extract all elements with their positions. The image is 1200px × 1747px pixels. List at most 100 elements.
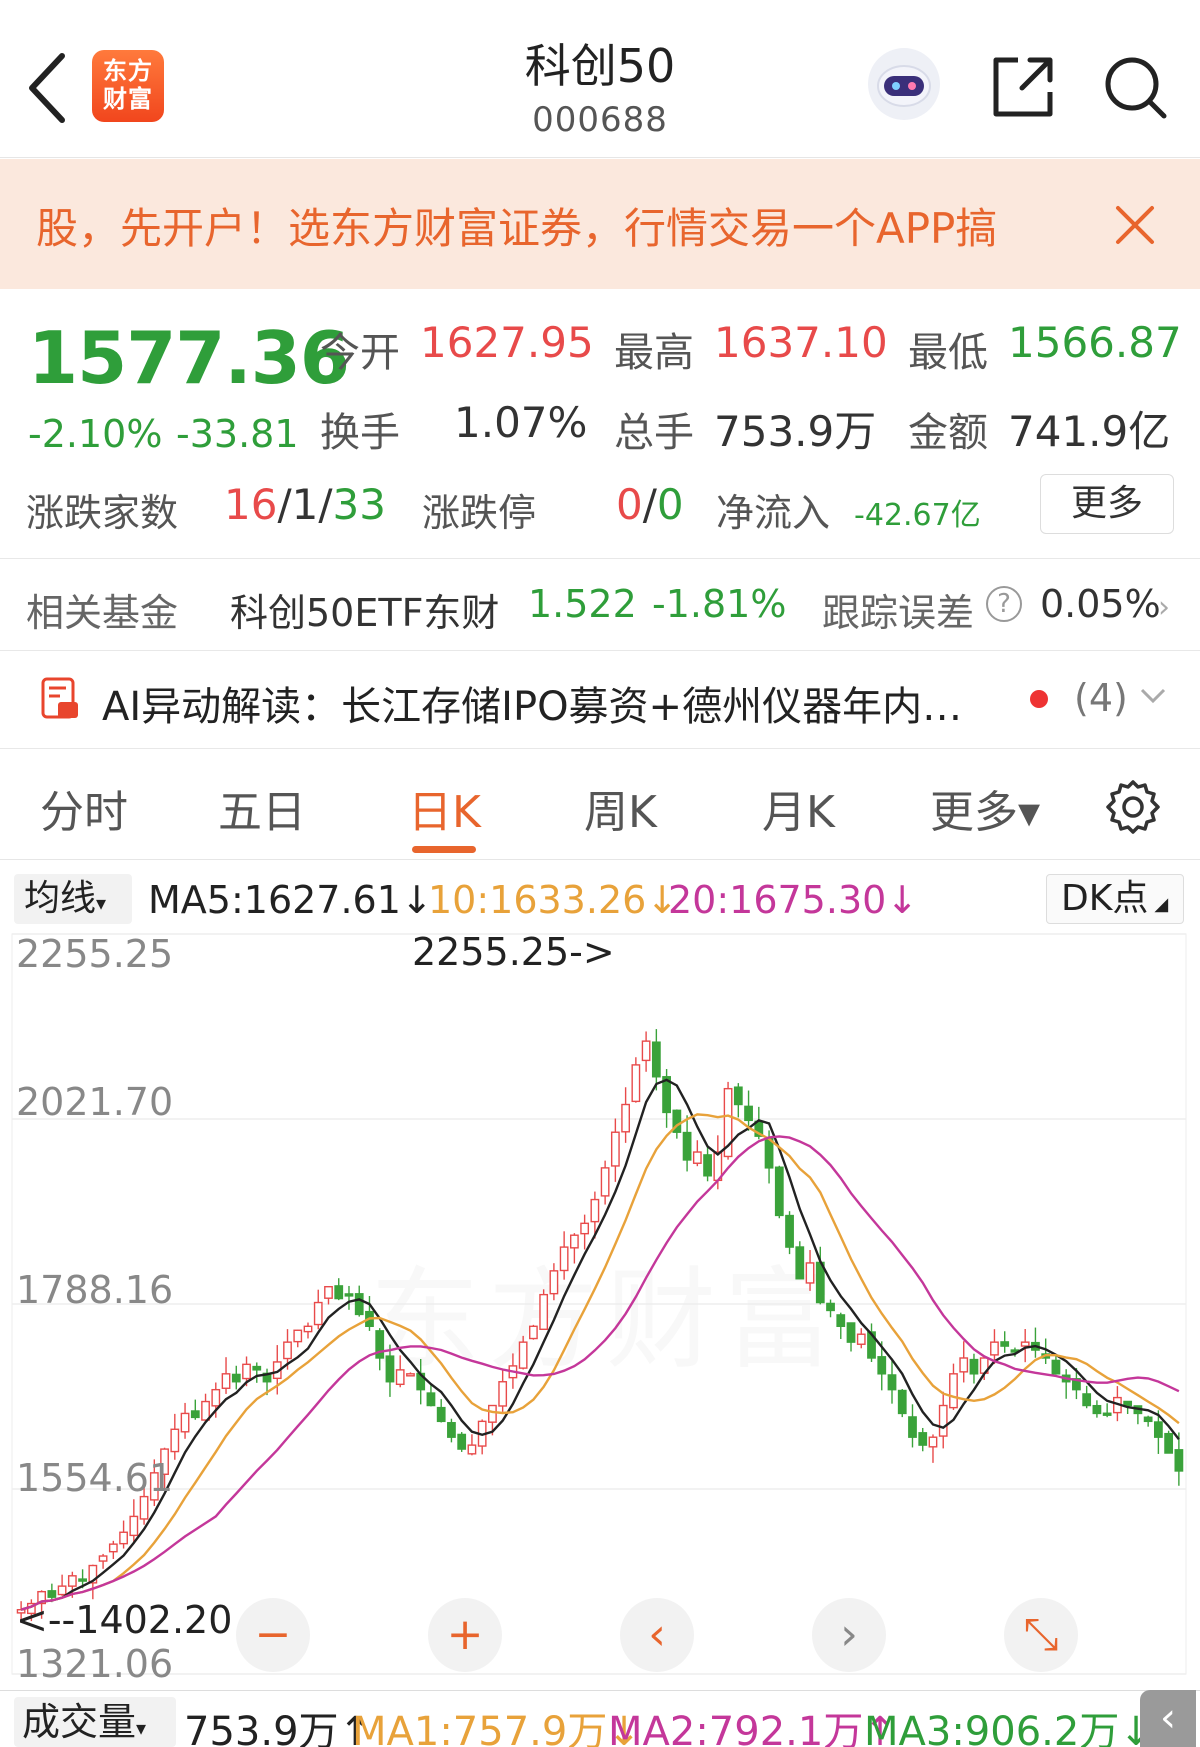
- tracking-error-label: 跟踪误差: [822, 591, 975, 635]
- limit-value: 0/0: [616, 480, 684, 529]
- limit-sep: /: [642, 480, 657, 529]
- candle: [498, 1381, 508, 1407]
- open-label: 今开: [320, 330, 400, 376]
- candle: [283, 1341, 292, 1360]
- ma20-line: [20, 1135, 1180, 1611]
- ma20-value: 20:1675.30↓: [668, 878, 919, 922]
- candle: [990, 1341, 999, 1356]
- candle: [590, 1198, 600, 1223]
- help-icon[interactable]: ?: [986, 586, 1022, 622]
- close-icon[interactable]: [1110, 200, 1160, 250]
- candle: [190, 1410, 200, 1419]
- active-tab-indicator: [412, 846, 476, 853]
- volume-indicator-bar: 成交量▾ 753.9万↑ MA1:757.9万↓ MA2:792.1万↑ MA3…: [0, 1690, 1200, 1747]
- max-price-annotation: 2255.25->: [412, 930, 615, 974]
- tab-monthly-k[interactable]: 月K: [762, 776, 835, 840]
- candle: [221, 1373, 231, 1389]
- promo-banner[interactable]: 股，先开户！选东方财富证券，行情交易一个APP搞: [0, 159, 1200, 289]
- limit-up: 0: [616, 480, 643, 529]
- kline-svg: [11, 933, 1187, 1675]
- tab-intraday[interactable]: 分时: [40, 776, 128, 840]
- share-icon[interactable]: [988, 52, 1058, 122]
- candle: [856, 1333, 866, 1345]
- inflow-label: 净流入: [716, 491, 831, 535]
- candle: [303, 1325, 313, 1333]
- y-tick-label: 1554.61: [16, 1456, 174, 1500]
- top-bar: 东方 财富 科创50 000688: [0, 0, 1200, 158]
- ai-count: (4): [1074, 676, 1128, 720]
- candle: [344, 1293, 354, 1297]
- limit-down: 0: [656, 480, 684, 529]
- vol-ma1-value: MA1:757.9万↓: [352, 1709, 641, 1747]
- candle: [324, 1285, 333, 1299]
- zoom-in-button[interactable]: +: [428, 1598, 502, 1672]
- ma10-value: 10:1633.26↓: [428, 878, 679, 922]
- breadth-sep: /: [277, 480, 292, 529]
- candle: [1102, 1412, 1112, 1416]
- scroll-left-button[interactable]: ‹: [620, 1598, 694, 1672]
- candle: [928, 1436, 938, 1448]
- tab-weekly-k[interactable]: 周K: [584, 776, 657, 840]
- candle: [744, 1105, 753, 1122]
- candle: [57, 1585, 67, 1596]
- search-icon[interactable]: [1100, 52, 1170, 122]
- chevron-down-icon[interactable]: [1138, 684, 1168, 708]
- tab-daily-k[interactable]: 日K: [408, 776, 481, 840]
- gear-icon[interactable]: [1104, 778, 1162, 836]
- more-button[interactable]: 更多: [1040, 474, 1174, 534]
- candle: [467, 1444, 477, 1455]
- ai-robot-icon[interactable]: [866, 46, 942, 122]
- side-collapse-tab[interactable]: ‹: [1140, 1690, 1196, 1747]
- candle: [1153, 1421, 1163, 1438]
- ma-select-label: 均线: [24, 878, 97, 919]
- dropdown-caret-icon: ▾: [136, 1716, 147, 1740]
- candle: [354, 1293, 364, 1316]
- candle: [170, 1428, 180, 1453]
- candle: [887, 1374, 897, 1391]
- candle: [703, 1154, 712, 1177]
- candle: [969, 1358, 979, 1375]
- candle: [938, 1404, 948, 1437]
- breadth-flat: 1: [291, 480, 319, 529]
- y-tick-label: 2255.25: [16, 932, 174, 976]
- volume-select-dropdown[interactable]: 成交量▾: [14, 1697, 176, 1747]
- ai-analysis-text[interactable]: AI异动解读：长江存储IPO募资+德州仪器年内…: [102, 674, 992, 732]
- candle: [1020, 1341, 1030, 1347]
- kline-chart[interactable]: 东方财富 2255.25 2021.70 1788.16 1554.61 132…: [0, 930, 1200, 1690]
- candle: [1082, 1393, 1092, 1407]
- candles: [16, 1029, 1184, 1623]
- candle: [733, 1086, 743, 1106]
- high-value: 1637.10: [714, 318, 888, 367]
- scroll-right-button[interactable]: ›: [812, 1598, 886, 1672]
- chevron-right-icon[interactable]: ›: [1158, 590, 1170, 625]
- ai-report-icon: [41, 677, 78, 719]
- zoom-out-button[interactable]: −: [236, 1598, 310, 1672]
- candle: [293, 1329, 303, 1343]
- dk-point-button[interactable]: DK点 ◢: [1046, 874, 1184, 924]
- volume-select-label: 成交量: [22, 1700, 137, 1744]
- vol-ma2-value: MA2:792.1万↑: [608, 1709, 897, 1747]
- candle: [67, 1575, 77, 1587]
- candle: [621, 1103, 631, 1133]
- low-label: 最低: [908, 330, 988, 376]
- candle: [949, 1373, 958, 1409]
- candle: [1092, 1404, 1102, 1415]
- tab-five-day[interactable]: 五日: [218, 776, 306, 840]
- ma-select-dropdown[interactable]: 均线▾: [14, 874, 132, 924]
- candle: [334, 1285, 344, 1300]
- tab-more[interactable]: 更多▾: [930, 776, 1040, 840]
- candle: [180, 1412, 190, 1433]
- fund-name-link[interactable]: 科创50ETF东财: [230, 582, 499, 637]
- fund-price: 1.522: [528, 582, 637, 626]
- last-price: 1577.36: [28, 316, 350, 400]
- candle: [569, 1234, 579, 1249]
- fullscreen-button[interactable]: ⤡: [1004, 1598, 1078, 1672]
- candle: [78, 1578, 87, 1582]
- candle: [897, 1389, 907, 1415]
- high-label: 最高: [614, 330, 694, 376]
- candle: [436, 1406, 446, 1423]
- candle: [108, 1543, 118, 1553]
- candle: [959, 1357, 969, 1373]
- chart-grid: [11, 933, 1187, 1675]
- dropdown-caret-icon: ▾: [96, 891, 107, 915]
